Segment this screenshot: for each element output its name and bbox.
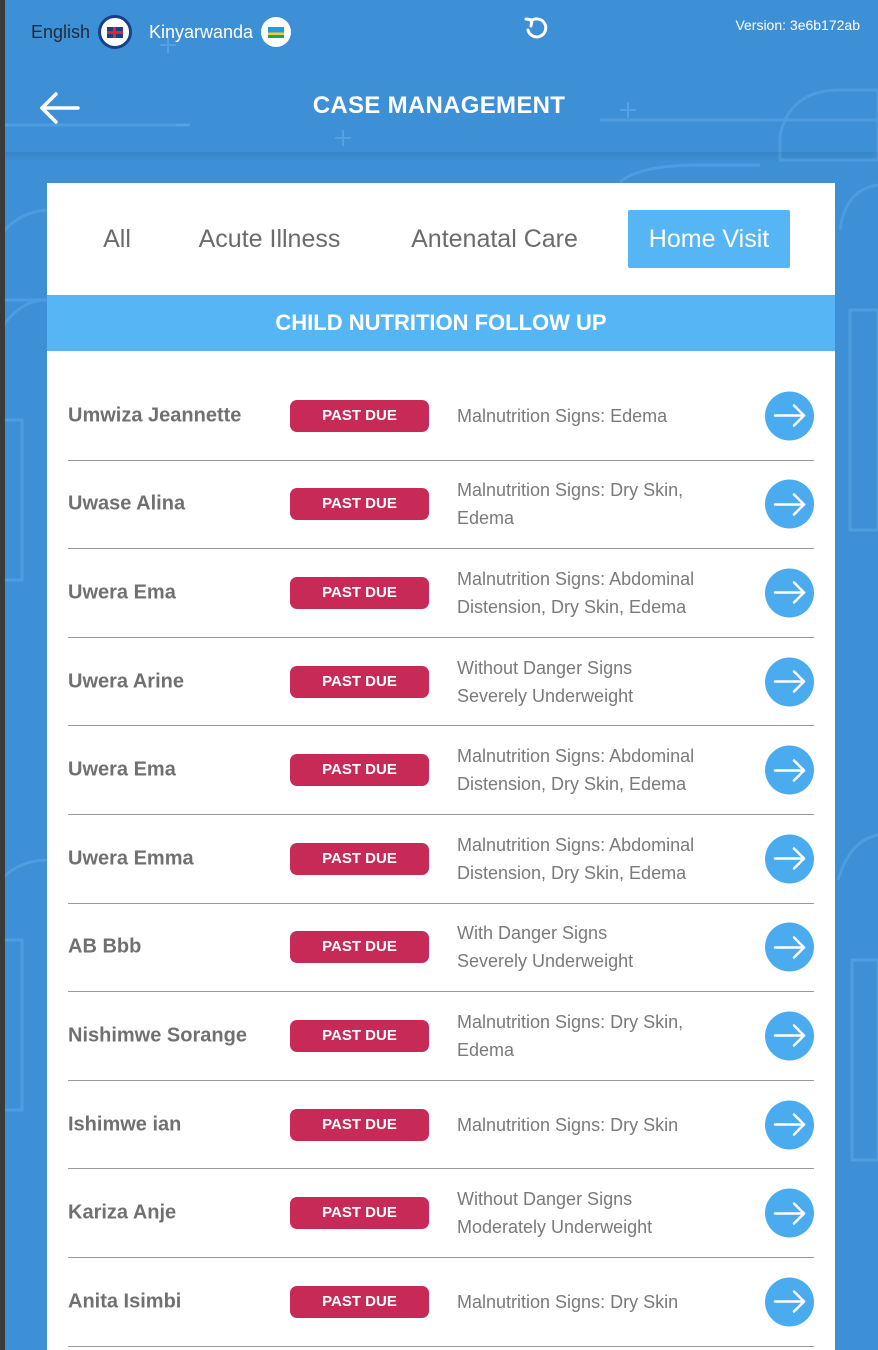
open-case-button[interactable] xyxy=(765,922,814,972)
arrow-right-icon xyxy=(773,1201,805,1225)
arrow-right-icon xyxy=(773,493,805,516)
language-kinyarwanda-option[interactable]: Kinyarwanda xyxy=(149,14,292,50)
patient-name: Umwiza Jeannette xyxy=(68,404,242,427)
patient-name: Ishimwe ian xyxy=(68,1113,182,1136)
status-badge: PAST DUE xyxy=(290,1108,429,1141)
follow-up-description: Malnutrition Signs: Edema xyxy=(457,405,668,426)
status-badge: PAST DUE xyxy=(290,931,429,964)
table-row: Uwera Ema PAST DUE Malnutrition Signs: A… xyxy=(68,726,814,815)
status-badge: PAST DUE xyxy=(290,488,429,521)
open-case-button[interactable] xyxy=(765,1277,814,1327)
patient-name: Uwase Alina xyxy=(68,492,186,515)
open-case-button[interactable] xyxy=(765,745,814,795)
page-header: CASE MANAGEMENT xyxy=(0,62,878,152)
follow-up-list: Umwiza Jeannette PAST DUE Malnutrition S… xyxy=(68,372,814,1347)
table-row: Umwiza Jeannette PAST DUE Malnutrition S… xyxy=(68,372,814,461)
window-left-edge xyxy=(0,0,5,1350)
patient-name: Uwera Emma xyxy=(68,847,194,870)
language-english-option[interactable]: English xyxy=(31,14,133,50)
table-row: AB Bbb PAST DUE With Danger Signs Severe… xyxy=(68,904,814,993)
open-case-button[interactable] xyxy=(765,1188,814,1238)
arrow-right-icon xyxy=(773,758,805,782)
table-row: Uwase Alina PAST DUE Malnutrition Signs:… xyxy=(68,461,814,550)
status-badge: PAST DUE xyxy=(290,665,429,698)
case-management-card: All Acute Illness Antenatal Care Home Vi… xyxy=(47,183,835,1350)
open-case-button[interactable] xyxy=(765,657,814,707)
follow-up-description: Malnutrition Signs: Abdominal Distension… xyxy=(457,568,695,617)
table-row: Uwera Emma PAST DUE Malnutrition Signs: … xyxy=(68,815,814,904)
table-row: Nishimwe Sorange PAST DUE Malnutrition S… xyxy=(68,992,814,1081)
language-bar: English Kinyarwanda Version: 3e6b172ab xyxy=(0,0,878,62)
open-case-button[interactable] xyxy=(765,568,814,618)
open-case-button[interactable] xyxy=(765,1011,814,1061)
follow-up-description: Without Danger Signs Moderately Underwei… xyxy=(457,1189,653,1238)
open-case-button[interactable] xyxy=(765,391,814,441)
table-row: Uwera Arine PAST DUE Without Danger Sign… xyxy=(68,638,814,727)
status-badge: PAST DUE xyxy=(290,842,429,875)
table-row: Anita Isimbi PAST DUE Malnutrition Signs… xyxy=(68,1258,814,1347)
version-label: Version: 3e6b172ab xyxy=(735,17,860,33)
follow-up-description: With Danger Signs Severely Underweight xyxy=(457,923,634,972)
patient-name: Anita Isimbi xyxy=(68,1290,182,1313)
follow-up-description: Malnutrition Signs: Dry Skin xyxy=(457,1291,679,1312)
status-badge: PAST DUE xyxy=(290,1285,429,1318)
section-header: CHILD NUTRITION FOLLOW UP xyxy=(47,295,835,351)
patient-name: Uwera Ema xyxy=(68,581,176,604)
open-case-button[interactable] xyxy=(765,479,814,529)
patient-name: Uwera Arine xyxy=(68,670,184,693)
follow-up-description: Malnutrition Signs: Abdominal Distension… xyxy=(457,746,695,795)
uk-flag-icon xyxy=(98,15,133,49)
arrow-right-icon xyxy=(773,1113,805,1136)
patient-name: Uwera Ema xyxy=(68,758,176,781)
tab-all[interactable]: All xyxy=(87,210,147,268)
arrow-right-icon xyxy=(773,1024,805,1048)
arrow-right-icon xyxy=(773,1290,805,1313)
arrow-right-icon xyxy=(773,936,805,959)
table-row: Ishimwe ian PAST DUE Malnutrition Signs:… xyxy=(68,1081,814,1170)
english-label: English xyxy=(31,21,91,42)
status-badge: PAST DUE xyxy=(290,1197,429,1230)
tab-acute-illness[interactable]: Acute Illness xyxy=(187,210,352,268)
table-row: Kariza Anje PAST DUE Without Danger Sign… xyxy=(68,1169,814,1258)
status-badge: PAST DUE xyxy=(290,576,429,609)
arrow-right-icon xyxy=(773,670,805,693)
open-case-button[interactable] xyxy=(765,1100,814,1150)
rwanda-flag-icon xyxy=(261,17,292,47)
follow-up-description: Malnutrition Signs: Abdominal Distension… xyxy=(457,834,695,883)
refresh-icon[interactable] xyxy=(522,14,550,42)
kinyarwanda-label: Kinyarwanda xyxy=(149,21,254,42)
page-title: CASE MANAGEMENT xyxy=(312,92,566,119)
tab-antenatal-care[interactable]: Antenatal Care xyxy=(397,210,592,268)
tab-home-visit[interactable]: Home Visit xyxy=(628,210,790,268)
open-case-button[interactable] xyxy=(765,834,814,884)
arrow-right-icon xyxy=(773,581,805,605)
follow-up-description: Malnutrition Signs: Dry Skin xyxy=(457,1114,679,1135)
follow-up-description: Malnutrition Signs: Dry Skin, Edema xyxy=(457,480,684,529)
arrow-right-icon xyxy=(773,404,805,428)
status-badge: PAST DUE xyxy=(290,754,429,787)
filter-tabs: All Acute Illness Antenatal Care Home Vi… xyxy=(47,183,835,295)
follow-up-description: Without Danger Signs Severely Underweigh… xyxy=(457,657,634,706)
patient-name: Kariza Anje xyxy=(68,1201,177,1224)
follow-up-description: Malnutrition Signs: Dry Skin, Edema xyxy=(457,1011,684,1060)
patient-name: Nishimwe Sorange xyxy=(68,1024,247,1047)
status-badge: PAST DUE xyxy=(290,399,429,432)
patient-name: AB Bbb xyxy=(68,935,142,958)
table-row: Uwera Ema PAST DUE Malnutrition Signs: A… xyxy=(68,549,814,638)
status-badge: PAST DUE xyxy=(290,1019,429,1052)
arrow-right-icon xyxy=(773,847,805,871)
